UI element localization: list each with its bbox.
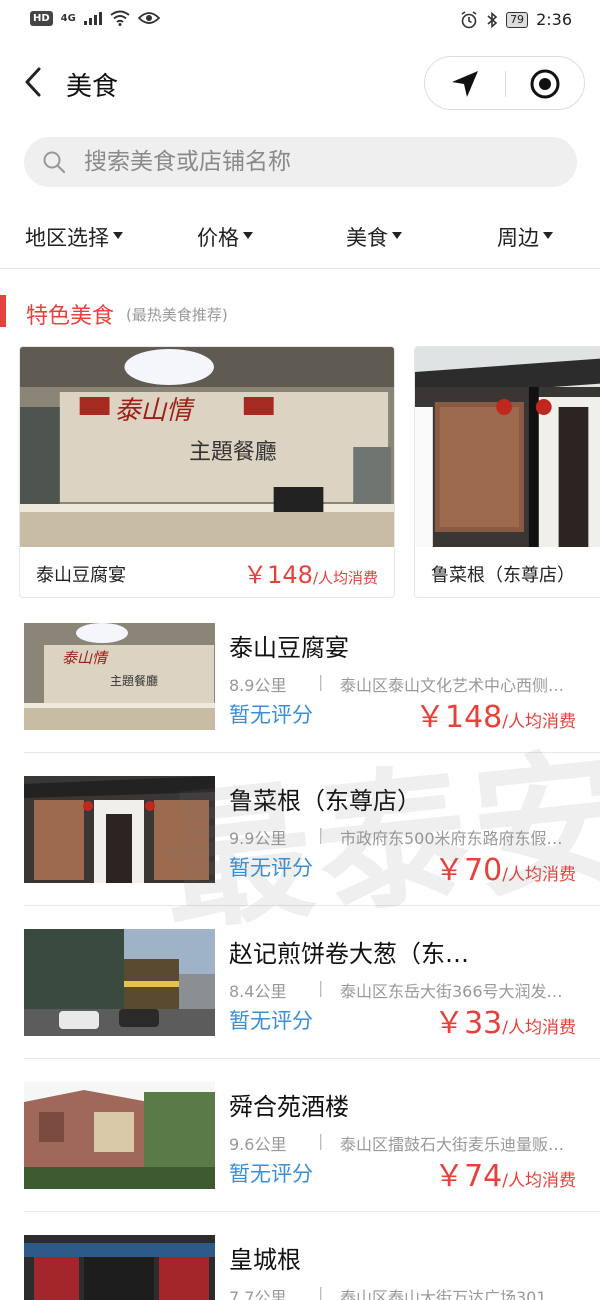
wifi-icon [110,10,130,26]
sign-text-1: 泰山情 [114,396,195,426]
restaurant-name: 鲁菜根（东尊店） [229,787,421,815]
restaurant-rating: 暂无评分 [229,1009,313,1033]
restaurant-distance: 8.4公里 [229,982,287,1001]
svg-text:泰山情: 泰山情 [62,649,109,667]
list-item[interactable]: 鲁菜根（东尊店） 9.9公里 | 市政府东500米府东路府东假… 暂无评分 ￥7… [0,753,600,906]
capsule-divider [505,71,506,97]
restaurant-price: ￥70/人均消费 [434,845,576,889]
separator: | [318,825,324,844]
network-type: 4G [60,12,76,24]
target-icon[interactable] [529,68,561,100]
caret-down-icon [113,231,123,239]
restaurant-address: 泰山区泰山大街万达广场301… [340,1288,563,1300]
eye-icon [137,12,160,24]
restaurant-thumbnail [24,1235,215,1300]
filter-nearby[interactable]: 周边 [497,222,553,252]
list-item[interactable]: 舜合苑酒楼 9.6公里 | 泰山区擂鼓石大街麦乐迪量贩… 暂无评分 ￥74/人均… [0,1059,600,1212]
list-item[interactable]: 皇城根 7.7公里 | 泰山区泰山大街万达广场301… [0,1212,600,1300]
status-bar: HD 4G 79 2:36 [0,0,600,42]
price-unit: /人均消费 [502,865,576,885]
featured-card[interactable]: 鲁菜根（东尊店） [414,346,600,598]
price-value: ￥148 [243,561,313,589]
filter-label: 周边 [497,226,539,250]
restaurant-photo [415,347,600,547]
restaurant-distance: 9.6公里 [229,1135,287,1154]
sign-text-2: 主題餐廳 [189,440,277,465]
search-icon [43,151,66,174]
page-title: 美食 [66,72,119,102]
list-item[interactable]: 泰山情 主題餐廳 泰山豆腐宴 8.9公里 | 泰山区泰山文化艺术中心西侧… 暂无… [0,600,600,753]
restaurant-distance: 7.7公里 [229,1288,287,1300]
alarm-icon [461,10,477,28]
featured-price: ￥148/人均消费 [243,555,378,590]
restaurant-price: ￥33/人均消费 [434,998,576,1042]
caret-down-icon [243,231,253,239]
price-unit: /人均消费 [312,569,378,587]
price-value: ￥33 [434,1006,503,1041]
price-unit: /人均消费 [502,1018,576,1038]
restaurant-photo: 泰山情 主題餐廳 [20,347,394,547]
back-icon[interactable] [22,66,46,98]
featured-name: 泰山豆腐宴 [36,565,126,586]
filter-label: 价格 [197,226,239,250]
separator: | [318,978,324,997]
filter-label: 美食 [346,226,388,250]
price-value: ￥70 [434,853,503,888]
restaurant-name: 泰山豆腐宴 [229,634,349,662]
price-value: ￥148 [415,700,503,735]
search-input[interactable] [84,137,564,187]
section-title: 特色美食 [26,304,115,329]
restaurant-price: ￥74/人均消费 [434,1151,576,1195]
list-item[interactable]: 赵记煎饼卷大葱（东… 8.4公里 | 泰山区东岳大街366号大润发… 暂无评分 … [0,906,600,1059]
restaurant-price: ￥148/人均消费 [415,692,576,736]
restaurant-thumbnail [24,1082,215,1189]
bluetooth-icon [487,11,498,28]
signal-icon [83,11,102,25]
section-accent-bar [0,295,6,327]
restaurant-thumbnail [24,776,215,883]
svg-text:主題餐廳: 主題餐廳 [110,673,158,688]
mini-program-capsule [424,56,585,110]
search-bar[interactable] [24,137,577,187]
filter-region[interactable]: 地区选择 [25,222,123,252]
battery-indicator: 79 [506,11,529,28]
caret-down-icon [392,231,402,239]
separator: | [318,1284,324,1300]
section-subtitle: (最热美食推荐) [126,306,228,324]
filter-price[interactable]: 价格 [197,222,253,252]
restaurant-name: 皇城根 [229,1246,301,1274]
restaurant-rating: 暂无评分 [229,856,313,880]
restaurant-name: 赵记煎饼卷大葱（东… [229,940,469,968]
hd-badge: HD [30,10,53,26]
divider [0,268,600,269]
filter-bar: 地区选择 价格 美食 周边 [0,214,600,262]
price-value: ￥74 [434,1159,503,1194]
filter-label: 地区选择 [25,226,109,250]
separator: | [318,1131,324,1150]
filter-cuisine[interactable]: 美食 [346,222,402,252]
restaurant-thumbnail: 泰山情 主題餐廳 [24,623,215,730]
restaurant-distance: 8.9公里 [229,676,287,695]
restaurant-rating: 暂无评分 [229,1162,313,1186]
featured-card[interactable]: 泰山情 主題餐廳 泰山豆腐宴 ￥148/人均消费 [19,346,395,598]
restaurant-rating: 暂无评分 [229,703,313,727]
separator: | [318,672,324,691]
nav-bar: 美食 [0,52,600,112]
location-arrow-icon[interactable] [449,69,481,99]
featured-name: 鲁菜根（东尊店） [431,565,575,586]
restaurant-thumbnail [24,929,215,1036]
price-unit: /人均消费 [502,1171,576,1191]
caret-down-icon [543,231,553,239]
restaurant-name: 舜合苑酒楼 [229,1093,349,1121]
price-unit: /人均消费 [502,712,576,732]
clock: 2:36 [536,10,572,29]
restaurant-distance: 9.9公里 [229,829,287,848]
featured-carousel[interactable]: 泰山情 主題餐廳 泰山豆腐宴 ￥148/人均消费 鲁菜根（东尊店） [0,346,600,600]
